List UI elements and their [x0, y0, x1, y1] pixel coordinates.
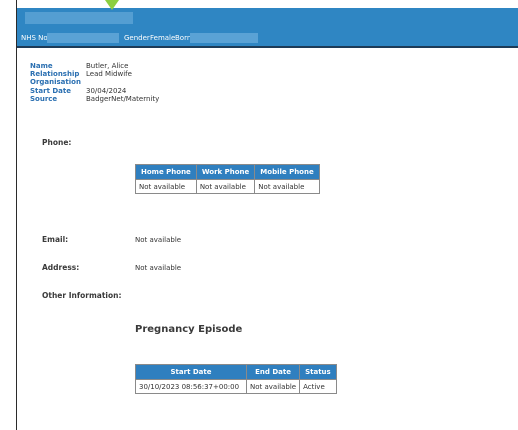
- home-phone-cell: Not available: [135, 179, 197, 194]
- name-value: Butler, Alice: [86, 62, 129, 70]
- work-phone-cell: Not available: [195, 179, 256, 194]
- address-value: Not available: [135, 264, 182, 272]
- redacted-patient-name: [25, 12, 133, 24]
- gender-value: Female: [150, 34, 176, 42]
- patient-banner: NHS No Gender Female Born: [17, 0, 518, 46]
- email-heading: Email:: [42, 235, 69, 244]
- demographics-bar: NHS No Gender Female Born: [17, 30, 518, 46]
- relationship-value: Lead Midwife: [86, 70, 132, 79]
- phone-table: Home Phone Work Phone Mobile Phone Not a…: [135, 164, 320, 194]
- source-label: Source: [30, 94, 58, 103]
- organisation-row: Organisation: [30, 78, 159, 86]
- end-date-header: End Date: [245, 364, 301, 380]
- email-value: Not available: [135, 236, 182, 244]
- pregnancy-episode-title: Pregnancy Episode: [135, 324, 243, 335]
- source-value: BadgerNet/Maternity: [86, 94, 160, 103]
- mobile-phone-cell: Not available: [254, 179, 320, 194]
- source-row: Source BadgerNet/Maternity: [30, 95, 159, 103]
- left-border: [16, 0, 17, 430]
- gender-label: Gender: [124, 34, 150, 42]
- start-date-row: Start Date 30/04/2024: [30, 87, 159, 95]
- episode-status-cell: Active: [299, 379, 337, 394]
- relationship-row: Relationship Lead Midwife: [30, 70, 159, 78]
- phone-table-header: Home Phone Work Phone Mobile Phone: [135, 164, 320, 180]
- pointer-marker: [105, 0, 119, 10]
- status-header: Status: [299, 364, 337, 380]
- summary-block: Name Butler, Alice Relationship Lead Mid…: [30, 62, 159, 103]
- born-label: Born: [175, 34, 192, 42]
- home-phone-header: Home Phone: [135, 164, 197, 180]
- start-date-value: 30/04/2024: [86, 86, 127, 95]
- name-row: Name Butler, Alice: [30, 62, 159, 70]
- episode-end-date-cell: Not available: [245, 379, 301, 394]
- organisation-label: Organisation: [30, 78, 81, 87]
- redacted-nhs-number: [47, 33, 119, 43]
- mobile-phone-header: Mobile Phone: [254, 164, 320, 180]
- relationship-label: Relationship: [30, 70, 80, 79]
- other-information-heading: Other Information:: [42, 291, 122, 300]
- start-date-header: Start Date: [135, 364, 247, 380]
- nhs-number-label: NHS No: [21, 34, 48, 42]
- pregnancy-table: Start Date End Date Status 30/10/2023 08…: [135, 364, 337, 394]
- table-row: Not available Not available Not availabl…: [135, 179, 320, 194]
- table-row: 30/10/2023 08:56:37+00:00 Not available …: [135, 379, 337, 394]
- banner-underline: [17, 46, 518, 48]
- pregnancy-table-header: Start Date End Date Status: [135, 364, 337, 380]
- address-heading: Address:: [42, 263, 80, 272]
- work-phone-header: Work Phone: [195, 164, 256, 180]
- redacted-birth-date: [190, 33, 258, 43]
- name-label: Name: [30, 62, 53, 70]
- episode-start-date-cell: 30/10/2023 08:56:37+00:00: [135, 379, 247, 394]
- start-date-label: Start Date: [30, 86, 71, 95]
- phone-heading: Phone:: [42, 138, 72, 147]
